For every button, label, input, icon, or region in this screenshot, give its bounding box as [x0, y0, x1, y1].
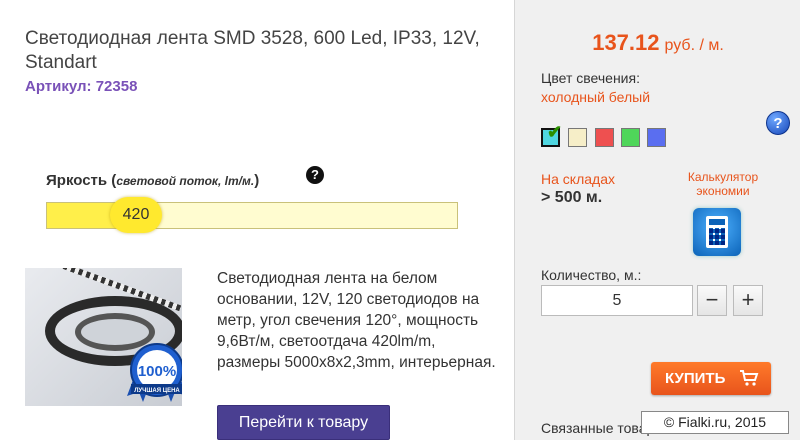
- swatch-green[interactable]: [621, 128, 640, 147]
- best-price-badge-icon: 100% ЛУЧШАЯ ЦЕНА: [127, 343, 182, 402]
- cart-icon: [740, 370, 759, 386]
- help-icon-blue[interactable]: ?: [766, 111, 790, 135]
- product-description: Светодиодная лента на белом основании, 1…: [217, 270, 496, 371]
- brightness-hint: световой поток, lm/м.: [116, 174, 255, 188]
- swatch-red[interactable]: [595, 128, 614, 147]
- product-title: Светодиодная лента SMD 3528, 600 Led, IP…: [25, 28, 480, 73]
- quantity-minus-button[interactable]: −: [697, 285, 727, 316]
- stock-value: > 500 м.: [541, 189, 603, 206]
- checkmark-icon: ✔: [547, 122, 563, 142]
- badge-percent: 100%: [138, 363, 176, 380]
- calculator-icon[interactable]: [693, 208, 741, 256]
- product-panel: Светодиодная лента SMD 3528, 600 Led, IP…: [0, 0, 514, 440]
- brightness-label: Яркость (световой поток, lm/м.): [46, 172, 260, 189]
- price-unit: руб. / м.: [664, 37, 724, 54]
- sku-value: 72358: [95, 78, 138, 95]
- price-value: 137.12: [592, 30, 660, 55]
- stock-label: На складах: [541, 171, 615, 187]
- buy-button[interactable]: КУПИТЬ: [651, 362, 771, 395]
- buy-button-label: КУПИТЬ: [665, 370, 726, 387]
- swatch-cold-white[interactable]: ✔: [541, 122, 562, 147]
- quantity-input[interactable]: [541, 285, 693, 316]
- copyright-watermark: © Fialki.ru, 2015: [641, 411, 789, 434]
- calculator-label[interactable]: Калькулятор экономии: [673, 170, 773, 198]
- purchase-panel: 137.12 руб. / м. Цвет свечения: холодный …: [514, 0, 800, 440]
- color-label: Цвет свечения:: [541, 70, 640, 86]
- go-to-product-button[interactable]: Перейти к товару: [217, 405, 390, 440]
- calculator-body: [706, 216, 728, 248]
- help-icon[interactable]: ?: [306, 166, 324, 184]
- quantity-label: Количество, м.:: [541, 267, 642, 283]
- sku-label: Артикул:: [25, 78, 92, 95]
- color-value: холодный белый: [541, 89, 651, 105]
- brightness-bar: 420: [46, 197, 458, 233]
- price: 137.12 руб. / м.: [515, 30, 800, 56]
- brightness-value: 420: [110, 197, 162, 233]
- product-image[interactable]: 100% ЛУЧШАЯ ЦЕНА: [25, 268, 182, 406]
- badge-text: ЛУЧШАЯ ЦЕНА: [134, 388, 180, 394]
- quantity-plus-button[interactable]: +: [733, 285, 763, 316]
- product-sku: Артикул: 72358: [25, 78, 137, 95]
- swatch-blue[interactable]: [647, 128, 666, 147]
- swatch-warm-white[interactable]: [568, 128, 587, 147]
